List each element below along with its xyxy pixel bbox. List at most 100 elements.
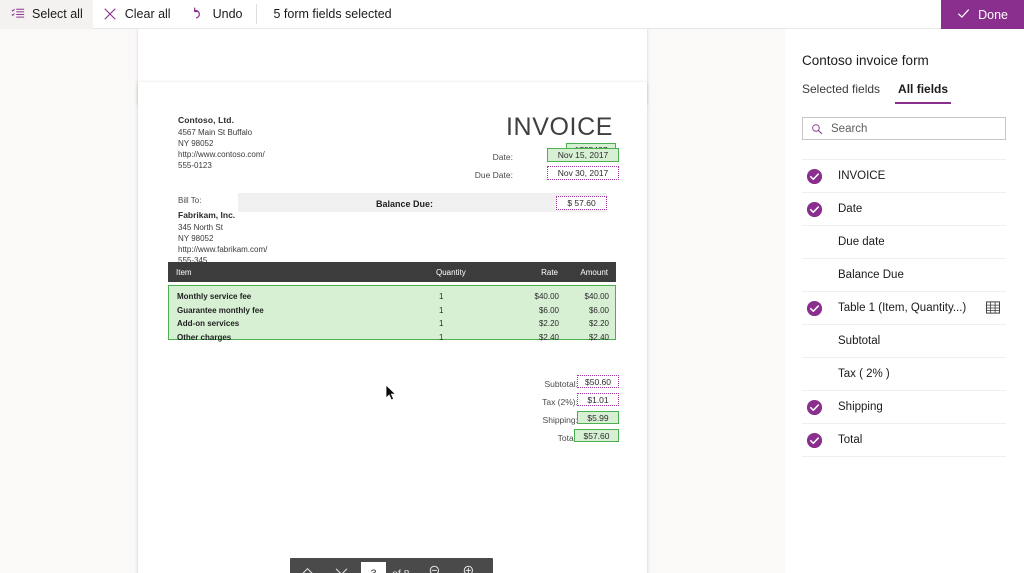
table-header-amount: Amount <box>580 268 608 277</box>
page-navigation-toolbar: 3 of 8 <box>290 558 493 573</box>
cell-amount: $2.40 <box>588 332 609 342</box>
field-list-item-date[interactable]: Date <box>802 193 1006 226</box>
table-header-row: Item Quantity Rate Amount <box>168 262 616 282</box>
field-balance-due[interactable]: $ 57.60 <box>556 196 607 210</box>
tax-label: Tax (2%): <box>542 397 578 407</box>
cell-item: Add-on services <box>177 319 240 328</box>
field-date[interactable]: Nov 15, 2017 <box>547 148 619 162</box>
cell-item: Other charges <box>177 332 232 342</box>
select-all-label: Select all <box>32 7 83 21</box>
select-all-icon <box>10 7 25 22</box>
shipping-label: Shipping: <box>542 415 578 425</box>
zoom-in-icon <box>462 564 477 573</box>
balance-due-label: Balance Due: <box>375 199 433 209</box>
select-all-button[interactable]: Select all <box>0 0 93 29</box>
field-list-item-due-date[interactable]: Due date <box>802 226 1006 259</box>
field-list-item-label: Shipping <box>838 401 883 413</box>
due-date-label: Due Date: <box>474 170 513 180</box>
done-label: Done <box>978 7 1008 22</box>
search-input[interactable] <box>829 121 993 136</box>
clear-all-button[interactable]: Clear all <box>93 0 181 29</box>
field-list-item-label: Subtotal <box>838 335 881 347</box>
page-count-label: of 8 <box>389 568 419 573</box>
table-row: Other charges 1 $2.40 $2.40 <box>169 331 615 345</box>
field-list-item-subtotal[interactable]: Subtotal <box>802 325 1006 358</box>
table-row: Monthly service fee 1 $40.00 $40.00 <box>169 290 615 304</box>
zoom-in-button[interactable] <box>453 558 487 573</box>
field-list-item-table-1[interactable]: Table 1 (Item, Quantity...) <box>802 292 1006 325</box>
check-circle-icon <box>802 168 838 185</box>
cell-quantity: 1 <box>439 332 444 342</box>
total-label: Total: <box>557 433 578 443</box>
next-page-button[interactable] <box>324 558 358 573</box>
panel-tabs: Selected fields All fields <box>802 82 952 104</box>
table-header-item: Item <box>176 268 192 277</box>
search-box[interactable] <box>802 117 1006 140</box>
undo-label: Undo <box>212 7 243 21</box>
search-icon <box>811 123 823 135</box>
zoom-out-button[interactable] <box>419 558 453 573</box>
cell-item: Guarantee monthly fee <box>177 305 264 315</box>
done-button[interactable]: Done <box>941 0 1024 29</box>
zoom-out-icon <box>428 564 443 573</box>
table-row: Guarantee monthly fee 1 $6.00 $6.00 <box>169 304 615 318</box>
company-address-line-1: 4567 Main St Buffalo <box>178 128 253 137</box>
cell-rate: $2.40 <box>538 332 559 342</box>
chevron-up-icon <box>300 564 315 573</box>
tab-selected-fields[interactable]: Selected fields <box>802 82 880 104</box>
cell-quantity: 1 <box>439 305 444 315</box>
field-due-date[interactable]: Nov 30, 2017 <box>547 166 619 180</box>
panel-title: Contoso invoice form <box>802 53 929 68</box>
clear-all-label: Clear all <box>124 7 171 21</box>
field-tax[interactable]: $1.01 <box>577 393 619 406</box>
date-label: Date: <box>492 152 513 162</box>
table-row: Add-on services 1 $2.20 $2.20 <box>169 317 615 331</box>
field-list-item-tax[interactable]: Tax ( 2% ) <box>802 358 1006 391</box>
bill-to-name: Fabrikam, Inc. <box>178 210 236 220</box>
cell-quantity: 1 <box>439 292 444 301</box>
table-header-quantity: Quantity <box>436 268 466 277</box>
field-list: INVOICE Date Due date Balance Due Table … <box>802 159 1006 457</box>
field-total[interactable]: $57.60 <box>574 429 619 442</box>
document-viewer[interactable]: Contoso, Ltd. 4567 Main St Buffalo NY 98… <box>0 29 785 573</box>
field-list-item-total[interactable]: Total <box>802 424 1006 457</box>
field-list-item-label: INVOICE <box>838 170 886 182</box>
selection-status-text: 5 form fields selected <box>273 7 392 21</box>
page-number-input[interactable]: 3 <box>361 561 386 573</box>
subtotal-label: Subtotal: <box>544 379 578 389</box>
field-table-1[interactable]: Monthly service fee 1 $40.00 $40.00 Guar… <box>168 285 616 342</box>
invoice-title: INVOICE <box>506 113 613 141</box>
company-address-line-2: NY 98052 <box>178 139 214 148</box>
toolbar-divider <box>256 4 258 24</box>
table-icon[interactable] <box>986 301 1000 317</box>
field-shipping[interactable]: $5.99 <box>577 411 619 424</box>
company-name: Contoso, Ltd. <box>178 115 235 125</box>
field-list-item-shipping[interactable]: Shipping <box>802 391 1006 424</box>
cell-rate: $2.20 <box>538 319 559 328</box>
cell-amount: $6.00 <box>588 305 609 315</box>
cell-quantity: 1 <box>439 319 444 328</box>
close-icon <box>103 7 118 22</box>
check-circle-icon <box>802 399 838 416</box>
document-page[interactable]: Contoso, Ltd. 4567 Main St Buffalo NY 98… <box>138 82 647 573</box>
previous-page-button[interactable] <box>290 558 324 573</box>
cell-item: Monthly service fee <box>177 292 252 301</box>
chevron-down-icon <box>334 564 349 573</box>
field-subtotal[interactable]: $50.60 <box>577 375 619 388</box>
undo-icon <box>191 7 206 22</box>
company-phone: 555-0123 <box>178 161 212 170</box>
field-list-item-invoice[interactable]: INVOICE <box>802 159 1006 193</box>
line-item-table: Item Quantity Rate Amount Monthly servic… <box>168 262 616 342</box>
field-list-item-label: Balance Due <box>838 269 904 281</box>
field-list-item-balance-due[interactable]: Balance Due <box>802 259 1006 292</box>
check-circle-icon <box>802 201 838 218</box>
tab-all-fields[interactable]: All fields <box>895 82 952 104</box>
cell-amount: $40.00 <box>584 292 609 301</box>
table-header-rate: Rate <box>541 268 558 277</box>
field-list-item-label: Tax ( 2% ) <box>838 368 890 380</box>
undo-button[interactable]: Undo <box>181 0 253 29</box>
field-list-item-label: Table 1 (Item, Quantity...) <box>838 302 967 314</box>
cell-rate: $40.00 <box>534 292 559 301</box>
field-list-item-label: Total <box>838 434 863 446</box>
company-url: http://www.contoso.com/ <box>178 150 265 159</box>
